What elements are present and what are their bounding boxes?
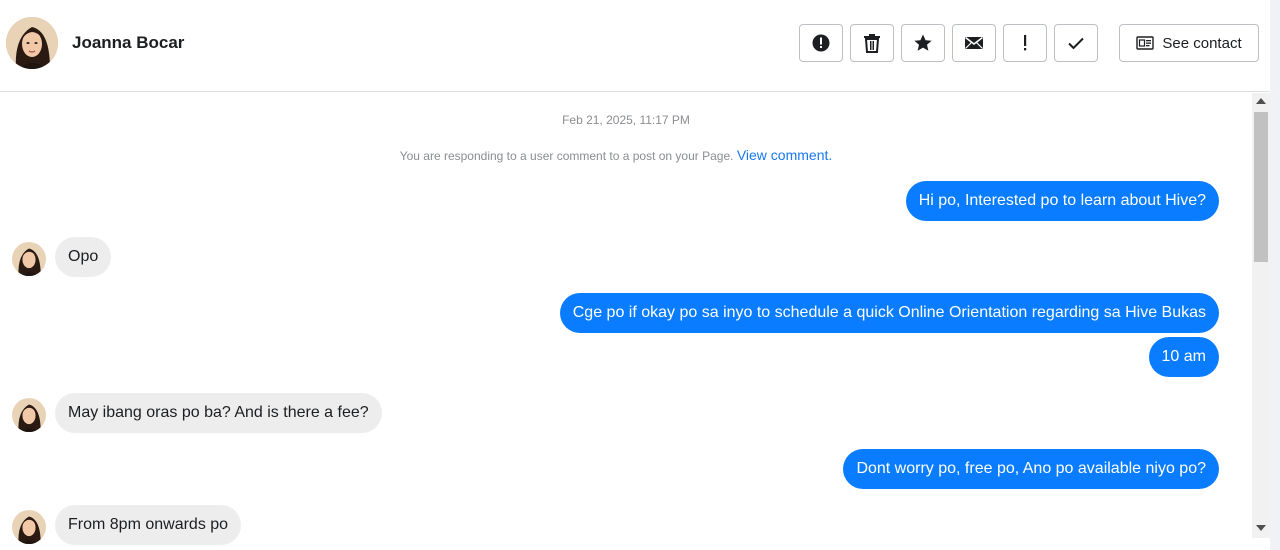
conversation-timestamp: Feb 21, 2025, 11:17 PM xyxy=(562,113,690,127)
conversation-header: Joanna Bocar See contact xyxy=(0,0,1270,92)
sender-avatar[interactable] xyxy=(12,510,46,544)
star-icon xyxy=(914,34,932,51)
sender-avatar[interactable] xyxy=(12,242,46,276)
message-bubble-outgoing[interactable]: Dont worry po, free po, Ano po available… xyxy=(843,449,1219,489)
scroll-down-arrow-icon[interactable] xyxy=(1256,525,1266,531)
star-button[interactable] xyxy=(901,24,945,62)
context-text: You are responding to a user comment to … xyxy=(399,149,734,163)
view-comment-link[interactable]: View comment. xyxy=(737,147,832,163)
alert-circle-icon xyxy=(812,34,830,52)
delete-button[interactable] xyxy=(850,24,894,62)
exclamation-icon xyxy=(1024,35,1027,51)
trash-icon xyxy=(864,34,880,53)
contact-avatar[interactable] xyxy=(6,17,58,69)
message-bubble-outgoing[interactable]: Cge po if okay po sa inyo to schedule a … xyxy=(559,293,1219,333)
message-bubble-outgoing[interactable]: Hi po, Interested po to learn about Hive… xyxy=(905,181,1219,221)
message-bubble-incoming[interactable]: May ibang oras po ba? And is there a fee… xyxy=(55,393,382,433)
check-icon xyxy=(1068,37,1084,50)
contact-card-icon xyxy=(1136,36,1155,50)
see-contact-button[interactable]: See contact xyxy=(1119,24,1259,62)
envelope-icon xyxy=(965,36,983,49)
scrollbar-thumb[interactable] xyxy=(1254,112,1268,262)
scroll-up-arrow-icon[interactable] xyxy=(1256,98,1266,104)
message-bubble-incoming[interactable]: From 8pm onwards po xyxy=(55,505,242,545)
toolbar-actions xyxy=(799,24,1098,62)
mark-unread-button[interactable] xyxy=(952,24,996,62)
context-notice: You are responding to a user comment to … xyxy=(0,147,1232,163)
message-bubble-outgoing[interactable]: 10 am xyxy=(1148,337,1219,377)
window-edge xyxy=(1270,0,1280,550)
mark-done-button[interactable] xyxy=(1054,24,1098,62)
mark-spam-button[interactable] xyxy=(799,24,843,62)
sender-avatar[interactable] xyxy=(12,398,46,432)
see-contact-label: See contact xyxy=(1162,34,1242,52)
contact-name[interactable]: Joanna Bocar xyxy=(72,33,184,53)
follow-up-button[interactable] xyxy=(1003,24,1047,62)
message-bubble-incoming[interactable]: Opo xyxy=(55,237,112,277)
